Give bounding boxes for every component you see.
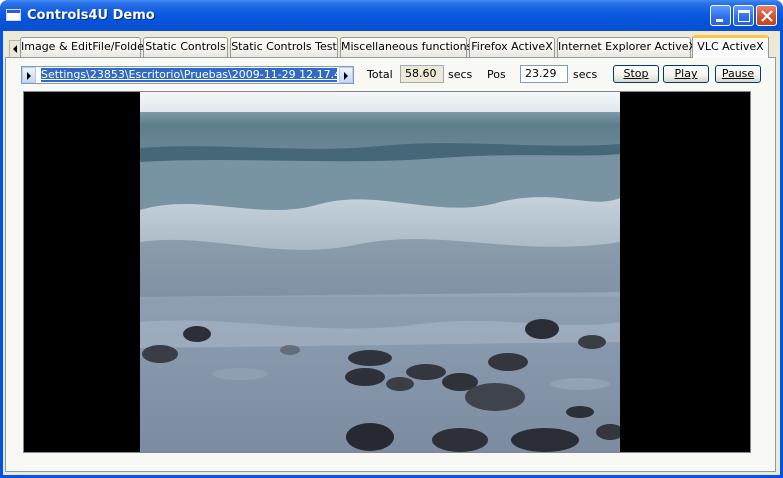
total-time-field: 58.60 <box>400 65 444 83</box>
combo-right-button[interactable] <box>339 67 353 83</box>
tab-vlc-activex[interactable]: VLC ActiveX <box>692 35 769 58</box>
play-button[interactable]: Play <box>663 65 709 83</box>
chevron-right-icon <box>27 72 31 80</box>
file-path-combo[interactable]: Settings\23853\Escritorio\Pruebas\2009-1… <box>21 66 354 84</box>
maximize-icon <box>738 10 750 22</box>
tab-static-controls-test[interactable]: Static Controls Test <box>230 37 338 57</box>
position-field[interactable]: 23.29 <box>520 65 568 83</box>
client-area: Image & EditFile/Folder Static Controls … <box>3 31 780 475</box>
pos-label: Pos <box>487 68 506 81</box>
vlc-tab-page: Settings\23853\Escritorio\Pruebas\2009-1… <box>5 57 776 472</box>
window-title: Controls4U Demo <box>27 8 155 23</box>
tab-firefox-activex[interactable]: Firefox ActiveX <box>469 37 555 57</box>
total-label: Total <box>367 68 393 81</box>
minimize-icon <box>716 19 723 22</box>
tab-image-editfile-folder[interactable]: Image & EditFile/Folder <box>20 37 148 57</box>
tab-miscellaneous-functions[interactable]: Miscellaneous functions <box>340 37 472 57</box>
pause-button-label: Pause <box>721 67 755 80</box>
close-icon <box>761 10 773 22</box>
app-window: Controls4U Demo Image & EditFile/Folder … <box>0 0 783 478</box>
title-bar[interactable]: Controls4U Demo <box>0 0 783 31</box>
video-frame <box>140 92 620 452</box>
pos-unit-label: secs <box>573 68 598 81</box>
minimize-button[interactable] <box>710 5 731 26</box>
close-button[interactable] <box>756 5 777 26</box>
maximize-button[interactable] <box>733 5 754 26</box>
tab-internet-explorer-activex[interactable]: Internet Explorer ActiveX <box>557 37 696 57</box>
combo-left-button[interactable] <box>22 67 36 83</box>
tab-static-controls[interactable]: Static Controls <box>143 37 228 57</box>
total-unit-label: secs <box>448 68 473 81</box>
file-path-value[interactable]: Settings\23853\Escritorio\Pruebas\2009-1… <box>41 68 337 82</box>
vlc-video-area[interactable] <box>23 91 751 453</box>
play-button-label: Play <box>674 67 698 80</box>
chevron-right-icon <box>344 72 348 80</box>
pause-button[interactable]: Pause <box>715 65 761 83</box>
app-window-icon <box>6 9 21 21</box>
stop-button[interactable]: Stop <box>613 65 659 83</box>
tab-strip: Image & EditFile/Folder Static Controls … <box>3 35 780 58</box>
stop-button-label: Stop <box>623 67 649 80</box>
